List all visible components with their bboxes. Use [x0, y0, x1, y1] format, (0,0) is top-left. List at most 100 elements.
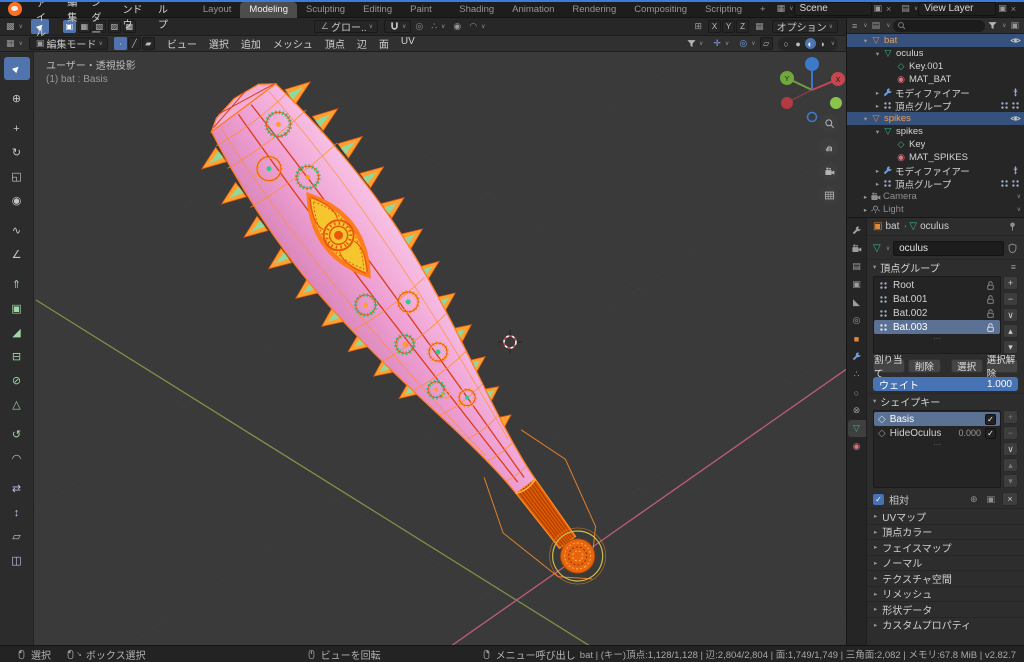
outliner-row-modifiers-bat[interactable]: ▸ モディファイアー [847, 86, 1024, 99]
face-select-button[interactable]: ▰ [142, 37, 155, 50]
outliner-row-bat[interactable]: ▾ ▽ bat [847, 34, 1024, 47]
tool-edge-slide[interactable]: ⇄ [4, 477, 30, 500]
mirror-y-toggle[interactable]: Y [722, 20, 735, 33]
outliner-row-vgroups-spikes[interactable]: ▸ 頂点グループ [847, 177, 1024, 190]
select-mode-extend[interactable]: ▦ [78, 20, 91, 33]
assign-button[interactable]: 割り当て [873, 359, 905, 373]
shape-key-lock-icon[interactable]: ▣ [986, 494, 995, 505]
shape-key-specials-menu[interactable]: ∨ [1003, 442, 1018, 456]
vertex-group-specials-menu[interactable]: ∨ [1003, 308, 1018, 322]
menu-edge[interactable]: 辺 [351, 36, 373, 51]
disclosure-triangle[interactable]: ▾ [873, 128, 882, 136]
pan-button[interactable] [820, 138, 838, 156]
edge-select-button[interactable]: ╱ [128, 37, 141, 50]
tab-uv-editing[interactable]: UV Editing [354, 0, 401, 18]
display-mode-icon[interactable]: ≡ [852, 21, 857, 31]
shading-solid-button[interactable]: ● [793, 38, 804, 49]
correct-face-attributes-icon[interactable]: ▦ [755, 21, 764, 32]
clear-shape-keys-button[interactable]: × [1002, 492, 1018, 506]
object-type-visibility-dropdown[interactable]: ∨ [682, 37, 707, 50]
shading-rendered-button[interactable]: ◑ [817, 38, 828, 49]
tab-world[interactable]: ◎ [848, 312, 866, 329]
snap-target-icon[interactable]: ◎ [415, 21, 423, 32]
tab-view-layer[interactable]: ▣ [848, 276, 866, 293]
snap-with-dropdown[interactable]: ∴∨ [425, 20, 449, 33]
remove-vertex-group-button[interactable]: − [1003, 292, 1018, 306]
tab-render[interactable] [848, 240, 866, 257]
tab-scene[interactable]: ◣ [848, 294, 866, 311]
tool-extrude-region[interactable]: ⇑ [4, 273, 30, 296]
remove-view-layer-button[interactable]: × [1011, 4, 1016, 14]
blender-logo-icon[interactable] [8, 2, 22, 16]
tool-measure[interactable]: ∠ [4, 243, 30, 266]
lock-icon[interactable] [985, 294, 996, 305]
menu-file[interactable]: ファイル [29, 0, 60, 18]
tool-select-box[interactable]: ▶ [4, 57, 30, 80]
pin-icon[interactable] [1007, 221, 1018, 232]
outliner-row-camera[interactable]: ▸ Camera ∨ [847, 190, 1024, 203]
tab-output[interactable]: ▤ [848, 258, 866, 275]
perspective-toggle-button[interactable] [820, 186, 838, 204]
tab-material[interactable]: ◉ [848, 438, 866, 455]
mirror-z-toggle[interactable]: Z [736, 20, 749, 33]
shapekey-row-hideoculus[interactable]: ◇ HideOculus 0.000 ✓ [874, 426, 1000, 440]
menu-select[interactable]: 選択 [203, 36, 235, 51]
tool-poly-build[interactable]: △ [4, 393, 30, 416]
tab-constraints[interactable]: ⊗ [848, 402, 866, 419]
gizmo-z-axis[interactable] [805, 57, 819, 71]
menu-edit[interactable]: 編集 [60, 0, 84, 18]
menu-mesh[interactable]: メッシュ [267, 36, 319, 51]
xray-toggle[interactable]: ▱ [760, 37, 773, 50]
section-geometry-data[interactable]: ▸形状データ [867, 601, 1024, 617]
tool-shear[interactable]: ▱ [4, 525, 30, 548]
gizmo-y-neg-axis[interactable] [830, 97, 842, 109]
vertex-groups-panel-header[interactable]: ▾頂点グループ ≡ [867, 259, 1024, 274]
remove-shape-key-button[interactable]: − [1003, 426, 1018, 440]
tab-shading[interactable]: Shading [450, 2, 503, 18]
3d-viewport[interactable]: Y X ユーザー・透視投影 (1) bat : Basis [34, 52, 846, 645]
disclosure-triangle[interactable]: ▸ [873, 180, 882, 188]
relative-checkbox[interactable]: ✓ [873, 494, 884, 505]
disclosure-triangle[interactable]: ▾ [873, 50, 882, 58]
section-custom-properties[interactable]: ▸カスタムプロパティ [867, 617, 1024, 633]
mesh-data-icon[interactable]: ▽ [873, 243, 881, 254]
disclosure-triangle[interactable]: ▸ [861, 206, 870, 214]
data-name-field[interactable]: oculus [893, 241, 1004, 256]
tab-rendering[interactable]: Rendering [563, 2, 625, 18]
add-vertex-group-button[interactable]: + [1003, 276, 1018, 290]
select-mode-invert[interactable]: ▨ [108, 20, 121, 33]
shape-keys-panel-header[interactable]: ▾シェイプキー [867, 393, 1024, 408]
outliner-row-spikes[interactable]: ▾ ▽ spikes [847, 112, 1024, 125]
scene-name-field[interactable]: Scene [794, 2, 872, 16]
active-tool-dropdown-icon[interactable]: ▩ [6, 21, 15, 32]
disclosure-triangle[interactable]: ▸ [873, 89, 882, 97]
shape-key-edit-mode-icon[interactable]: ⊕ [970, 494, 978, 505]
hide-eye-icon[interactable] [1010, 35, 1021, 46]
scene-icon[interactable]: ▦ [777, 3, 786, 14]
outliner-filter-scene-icon[interactable]: ▤ [872, 20, 881, 31]
zoom-button[interactable] [820, 114, 838, 132]
deselect-button[interactable]: 選択解除 [986, 359, 1018, 373]
move-up-button[interactable]: ▴ [1003, 324, 1018, 338]
add-workspace-button[interactable]: + [751, 2, 775, 18]
tool-spin[interactable]: ↺ [4, 423, 30, 446]
menu-add[interactable]: 追加 [235, 36, 267, 51]
outliner-row-spikes-mesh[interactable]: ▾ ▽ spikes [847, 125, 1024, 138]
shield-icon[interactable] [1007, 243, 1018, 254]
list-resize-grip[interactable]: ⋯ [874, 334, 1000, 343]
menu-view[interactable]: ビュー [161, 36, 203, 51]
tool-loop-cut[interactable]: ⊟ [4, 345, 30, 368]
move-up-button[interactable]: ▴ [1003, 458, 1018, 472]
gizmo-z-neg-axis[interactable] [808, 113, 817, 122]
tool-rip-region[interactable]: ◫ [4, 549, 30, 572]
proportional-editing-toggle[interactable]: ◉ [453, 21, 461, 32]
weight-slider[interactable]: ウェイト 1.000 [873, 377, 1018, 391]
outliner-row-oculus-mesh[interactable]: ▾ ▽ oculus [847, 47, 1024, 60]
transform-orientation-dropdown[interactable]: ∠ グロー..∨ [314, 20, 378, 33]
breadcrumb-object[interactable]: bat [885, 221, 899, 232]
tab-layout[interactable]: Layout [194, 2, 241, 18]
move-down-button[interactable]: ▾ [1003, 474, 1018, 488]
lock-icon[interactable] [985, 308, 996, 319]
remove-button[interactable]: 削除 [908, 359, 940, 373]
tool-annotate[interactable]: ∿ [4, 219, 30, 242]
